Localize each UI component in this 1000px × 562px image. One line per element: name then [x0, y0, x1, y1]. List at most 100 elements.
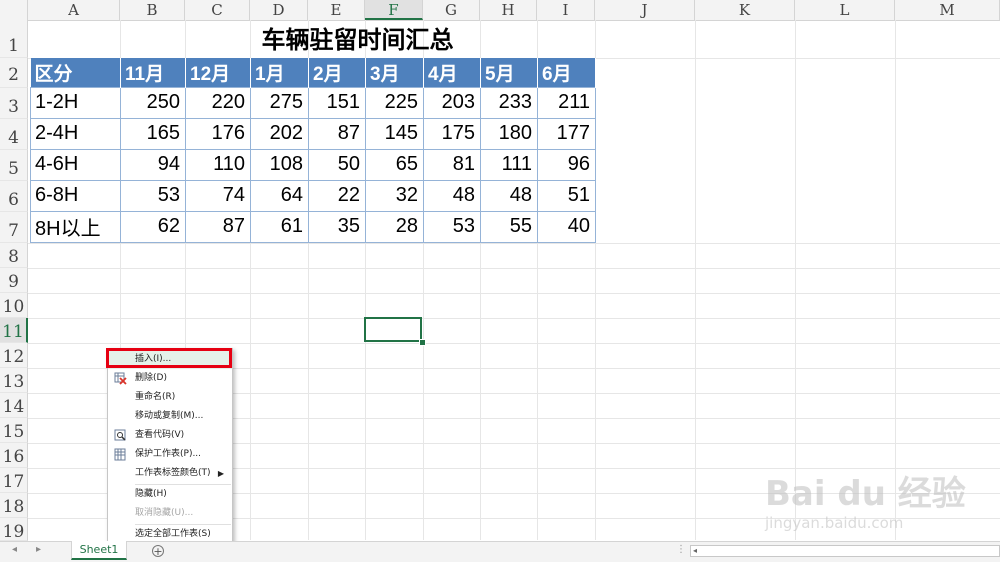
- value-cell[interactable]: 275: [250, 86, 309, 119]
- row-header-3[interactable]: 3: [0, 88, 28, 119]
- menu-item-delete[interactable]: 删除(D): [108, 369, 232, 388]
- column-header-c[interactable]: C: [185, 0, 250, 20]
- value-cell[interactable]: 81: [423, 148, 481, 181]
- row-header-15[interactable]: 15: [0, 418, 28, 443]
- value-cell[interactable]: 145: [365, 117, 424, 150]
- row-header-12[interactable]: 12: [0, 343, 28, 368]
- row-header-2[interactable]: 2: [0, 58, 28, 88]
- column-header-k[interactable]: K: [695, 0, 795, 20]
- row-header-7[interactable]: 7: [0, 212, 28, 243]
- row-label-cell[interactable]: 6-8H: [30, 179, 121, 212]
- value-cell[interactable]: 50: [308, 148, 366, 181]
- active-cell-f11[interactable]: [364, 317, 422, 342]
- value-cell[interactable]: 220: [185, 86, 251, 119]
- value-cell[interactable]: 87: [308, 117, 366, 150]
- header-cell-category[interactable]: 区分: [30, 58, 121, 87]
- menu-item-hide[interactable]: 隐藏(H): [108, 485, 232, 504]
- value-cell[interactable]: 48: [423, 179, 481, 212]
- row-label-cell[interactable]: 1-2H: [30, 86, 121, 119]
- horizontal-scrollbar[interactable]: [690, 545, 1000, 557]
- value-cell[interactable]: 22: [308, 179, 366, 212]
- menu-item-rename[interactable]: 重命名(R): [108, 388, 232, 407]
- header-cell-month[interactable]: 2月: [308, 58, 366, 87]
- column-header-g[interactable]: G: [423, 0, 480, 20]
- value-cell[interactable]: 175: [423, 117, 481, 150]
- value-cell[interactable]: 202: [250, 117, 309, 150]
- row-header-8[interactable]: 8: [0, 243, 28, 268]
- header-cell-month[interactable]: 4月: [423, 58, 481, 87]
- value-cell[interactable]: 64: [250, 179, 309, 212]
- tab-split-handle[interactable]: ⋮: [676, 544, 686, 555]
- value-cell[interactable]: 35: [308, 210, 366, 243]
- column-header-f[interactable]: F: [365, 0, 423, 20]
- sheet-title[interactable]: 车辆驻留时间汇总: [120, 22, 595, 58]
- header-cell-month[interactable]: 3月: [365, 58, 424, 87]
- value-cell[interactable]: 53: [120, 179, 186, 212]
- value-cell[interactable]: 51: [537, 179, 596, 212]
- value-cell[interactable]: 177: [537, 117, 596, 150]
- row-label-cell[interactable]: 4-6H: [30, 148, 121, 181]
- fill-handle[interactable]: [419, 339, 426, 346]
- menu-item-tab-color[interactable]: 工作表标签颜色(T) ▶: [108, 464, 232, 483]
- value-cell[interactable]: 111: [480, 148, 538, 181]
- column-header-d[interactable]: D: [250, 0, 308, 20]
- row-header-13[interactable]: 13: [0, 368, 28, 393]
- header-cell-month[interactable]: 11月: [120, 58, 186, 87]
- scroll-left-arrow-icon[interactable]: ◂: [693, 546, 697, 555]
- value-cell[interactable]: 108: [250, 148, 309, 181]
- value-cell[interactable]: 65: [365, 148, 424, 181]
- value-cell[interactable]: 55: [480, 210, 538, 243]
- column-header-e[interactable]: E: [308, 0, 365, 20]
- value-cell[interactable]: 151: [308, 86, 366, 119]
- value-cell[interactable]: 176: [185, 117, 251, 150]
- row-header-6[interactable]: 6: [0, 181, 28, 212]
- column-header-a[interactable]: A: [28, 0, 120, 20]
- value-cell[interactable]: 225: [365, 86, 424, 119]
- value-cell[interactable]: 94: [120, 148, 186, 181]
- header-cell-month[interactable]: 1月: [250, 58, 309, 87]
- value-cell[interactable]: 53: [423, 210, 481, 243]
- row-label-cell[interactable]: 2-4H: [30, 117, 121, 150]
- value-cell[interactable]: 40: [537, 210, 596, 243]
- value-cell[interactable]: 250: [120, 86, 186, 119]
- row-header-5[interactable]: 5: [0, 150, 28, 181]
- row-header-1[interactable]: 1: [0, 20, 28, 58]
- row-header-14[interactable]: 14: [0, 393, 28, 418]
- row-header-16[interactable]: 16: [0, 443, 28, 468]
- column-header-l[interactable]: L: [795, 0, 895, 20]
- scroll-tabs-right-icon[interactable]: ▸: [36, 544, 41, 555]
- value-cell[interactable]: 62: [120, 210, 186, 243]
- column-header-m[interactable]: M: [895, 0, 1000, 20]
- menu-item-view-code[interactable]: 查看代码(V): [108, 426, 232, 445]
- row-header-18[interactable]: 18: [0, 493, 28, 518]
- row-header-10[interactable]: 10: [0, 293, 28, 318]
- row-header-17[interactable]: 17: [0, 468, 28, 493]
- value-cell[interactable]: 203: [423, 86, 481, 119]
- value-cell[interactable]: 110: [185, 148, 251, 181]
- value-cell[interactable]: 61: [250, 210, 309, 243]
- row-label-cell[interactable]: 8H以上: [30, 210, 121, 243]
- column-header-b[interactable]: B: [120, 0, 185, 20]
- row-header-11[interactable]: 11: [0, 318, 28, 343]
- value-cell[interactable]: 87: [185, 210, 251, 243]
- value-cell[interactable]: 48: [480, 179, 538, 212]
- value-cell[interactable]: 233: [480, 86, 538, 119]
- value-cell[interactable]: 180: [480, 117, 538, 150]
- column-header-i[interactable]: I: [537, 0, 595, 20]
- value-cell[interactable]: 32: [365, 179, 424, 212]
- row-header-4[interactable]: 4: [0, 119, 28, 150]
- header-cell-month[interactable]: 6月: [537, 58, 596, 87]
- add-sheet-icon[interactable]: +: [152, 545, 164, 557]
- column-header-h[interactable]: H: [480, 0, 537, 20]
- scroll-tabs-left-icon[interactable]: ◂: [12, 544, 17, 555]
- value-cell[interactable]: 96: [537, 148, 596, 181]
- value-cell[interactable]: 28: [365, 210, 424, 243]
- value-cell[interactable]: 74: [185, 179, 251, 212]
- row-header-19[interactable]: 19: [0, 518, 28, 542]
- menu-item-protect-sheet[interactable]: 保护工作表(P)...: [108, 445, 232, 464]
- select-all-corner[interactable]: [0, 0, 28, 20]
- value-cell[interactable]: 211: [537, 86, 596, 119]
- header-cell-month[interactable]: 5月: [480, 58, 538, 87]
- value-cell[interactable]: 165: [120, 117, 186, 150]
- row-header-9[interactable]: 9: [0, 268, 28, 293]
